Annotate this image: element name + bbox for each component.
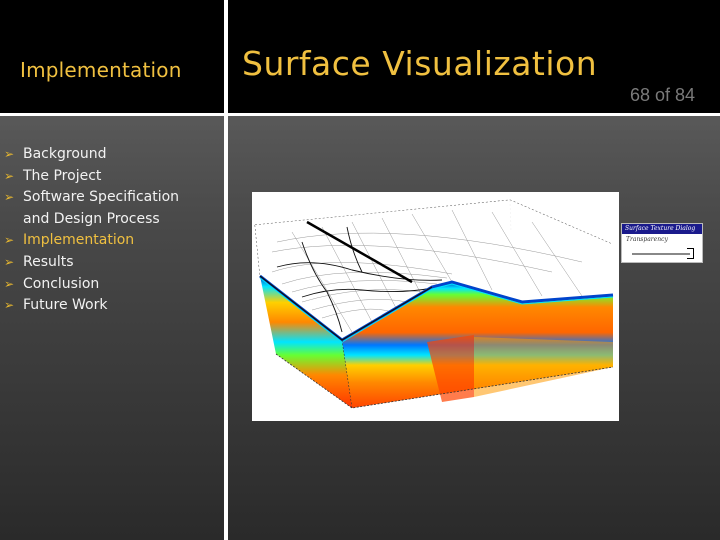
outline-item-conclusion[interactable]: ➢ Conclusion: [4, 274, 179, 296]
section-title: Implementation: [20, 58, 182, 82]
arrow-bullet-icon: ➢: [4, 190, 15, 205]
outline-item-software-specification[interactable]: ➢ Software Specification: [4, 187, 179, 209]
outline-item-label: Background: [23, 146, 107, 162]
outline-item-label: The Project: [23, 167, 102, 184]
surface-texture-dialog: Surface Texture Dialog Transparency: [621, 223, 703, 263]
outline-item-continuation[interactable]: and Design Process: [4, 209, 179, 231]
arrow-bullet-icon: ➢: [4, 233, 15, 248]
dialog-title: Surface Texture Dialog: [622, 224, 702, 234]
arrow-bullet-icon: ➢: [4, 254, 15, 269]
header-divider: [0, 113, 720, 116]
outline-item-label: and Design Process: [23, 210, 160, 227]
arrow-bullet-icon: ➢: [4, 298, 15, 313]
outline-item-background[interactable]: ➢ Background: [4, 144, 179, 166]
outline-item-future-work[interactable]: ➢ Future Work: [4, 295, 179, 317]
transparency-label: Transparency: [626, 236, 668, 243]
outline-item-results[interactable]: ➢ Results: [4, 252, 179, 274]
outline-item-implementation[interactable]: ➢ Implementation: [4, 230, 179, 252]
slide-title: Surface Visualization: [242, 44, 598, 83]
sidebar-divider: [224, 0, 228, 540]
outline-item-label: Results: [23, 253, 74, 270]
outline-list: ➢ Background ➢ The Project ➢ Software Speci…: [4, 144, 179, 317]
transparency-slider[interactable]: [632, 253, 690, 255]
arrow-bullet-icon: ➢: [4, 276, 15, 291]
outline-item-label: Future Work: [23, 297, 108, 314]
outline-item-label: Implementation: [23, 232, 135, 249]
arrow-bullet-icon: ➢: [4, 147, 15, 161]
page-indicator: 68 of 84: [630, 85, 696, 105]
outline-item-the-project[interactable]: ➢ The Project: [4, 166, 179, 188]
outline-item-label: Software Specification: [23, 189, 180, 206]
arrow-bullet-icon: ➢: [4, 168, 15, 183]
surface-visualization-image: [252, 192, 619, 421]
transparency-slider-thumb[interactable]: [687, 248, 694, 259]
outline-item-label: Conclusion: [23, 275, 100, 292]
